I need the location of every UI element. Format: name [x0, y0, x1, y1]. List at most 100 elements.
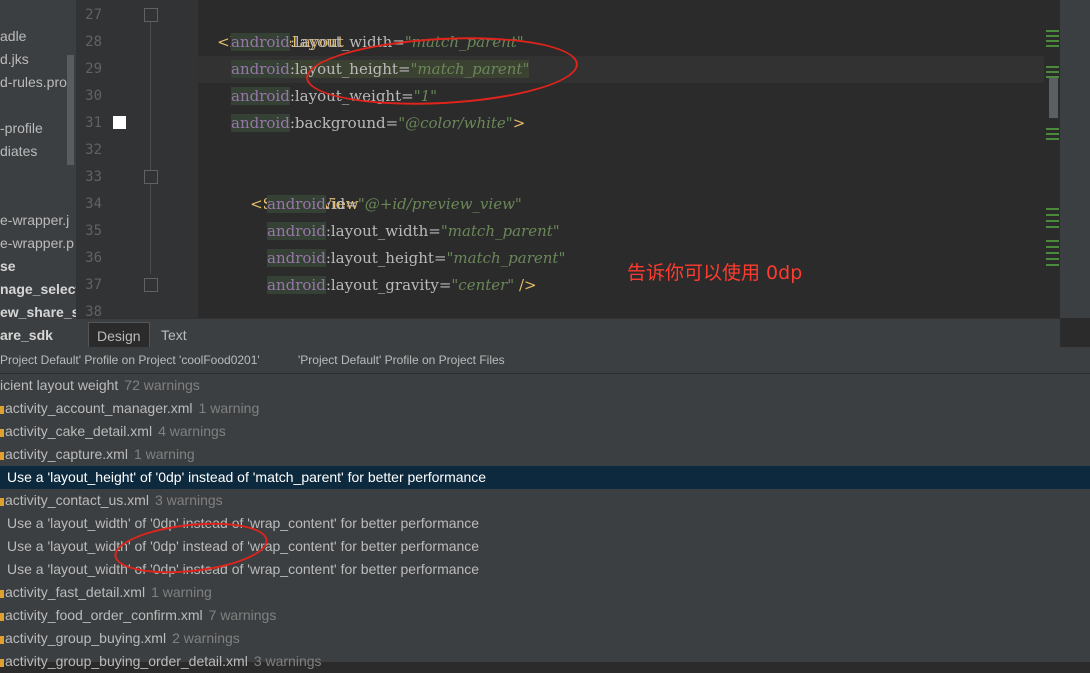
line-number: 34 — [85, 196, 102, 212]
xml-equals: = — [438, 276, 452, 294]
warning-mark[interactable] — [1046, 45, 1059, 47]
warning-mark[interactable] — [1046, 133, 1059, 135]
warning-count: 1 warning — [151, 584, 212, 600]
tab-profile-project[interactable]: Project Default' Profile on Project 'coo… — [0, 353, 260, 367]
tree-item[interactable]: diates — [0, 140, 37, 163]
code-line-33: <SurfaceView — [231, 164, 359, 213]
warning-mark[interactable] — [1046, 258, 1059, 260]
inspection-row-selected[interactable]: Use a 'layout_height' of '0dp' instead o… — [0, 466, 1090, 489]
tab-text[interactable]: Text — [153, 322, 195, 348]
warning-mark[interactable] — [1046, 71, 1059, 73]
tab-design[interactable]: Design — [88, 322, 150, 349]
warning-count: 7 warnings — [208, 607, 277, 623]
xml-value: "center" — [451, 276, 515, 294]
inspection-row[interactable]: activity_fast_detail.xml 1 warning — [0, 581, 1090, 604]
tree-item[interactable]: e-wrapper.j — [0, 209, 69, 232]
row-label: activity_account_manager.xml — [5, 400, 193, 416]
warning-mark[interactable] — [1046, 246, 1059, 248]
xml-namespace: android — [267, 222, 326, 240]
xml-file-icon — [0, 590, 4, 598]
tree-item[interactable]: are_sdk — [0, 324, 53, 347]
row-label: activity_cake_detail.xml — [5, 423, 153, 439]
xml-namespace: android — [231, 114, 290, 132]
warning-mark[interactable] — [1046, 240, 1059, 242]
line-number: 37 — [85, 277, 102, 293]
row-label: activity_capture.xml — [5, 446, 128, 462]
row-label: activity_fast_detail.xml — [5, 584, 146, 600]
tree-item[interactable]: nage_selecto — [0, 278, 76, 301]
warning-mark[interactable] — [1046, 214, 1059, 216]
tab-profile-files[interactable]: 'Project Default' Profile on Project Fil… — [298, 353, 505, 367]
tree-item[interactable]: se — [0, 255, 16, 278]
fold-guide — [150, 20, 151, 170]
xml-equals: = — [345, 195, 358, 213]
row-label: Use a 'layout_width' of '0dp' instead of… — [7, 561, 480, 577]
warning-mark[interactable] — [1046, 264, 1059, 266]
tree-item[interactable]: e-wrapper.p — [0, 232, 74, 255]
warning-mark[interactable] — [1046, 226, 1059, 228]
tree-scrollbar[interactable] — [67, 55, 74, 165]
warning-mark[interactable] — [1046, 35, 1059, 37]
xml-value: "@+id/preview_view" — [357, 195, 522, 213]
tree-item[interactable]: ew_share_sc — [0, 301, 76, 324]
xml-namespace: android — [231, 87, 290, 105]
warning-mark[interactable] — [1046, 220, 1059, 222]
row-label: activity_group_buying_order_detail.xml — [5, 653, 248, 669]
fold-marker-icon[interactable] — [144, 170, 158, 184]
xml-namespace: android — [267, 276, 326, 294]
line-number: 32 — [85, 142, 102, 158]
code-line-34: android:id="@+id/preview_view" — [267, 191, 522, 218]
color-preview-icon[interactable] — [113, 116, 126, 129]
inspection-row[interactable]: activity_capture.xml 1 warning — [0, 443, 1090, 466]
editor-scrollbar-thumb[interactable] — [1049, 78, 1058, 118]
warning-mark[interactable] — [1046, 252, 1059, 254]
row-label: activity_food_order_confirm.xml — [5, 607, 203, 623]
warning-mark[interactable] — [1046, 128, 1059, 130]
warning-mark[interactable] — [1046, 30, 1059, 32]
xml-attribute: layout_gravity — [330, 276, 439, 294]
inspection-row[interactable]: icient layout weight 72 warnings — [0, 374, 1090, 397]
line-number: 29 — [85, 61, 102, 77]
error-stripe[interactable] — [1044, 0, 1060, 318]
tree-item[interactable]: adle — [0, 25, 26, 48]
warning-mark[interactable] — [1046, 40, 1059, 42]
xml-equals: = — [385, 114, 399, 132]
code-line-31: android:background="@color/white"> — [231, 110, 525, 137]
line-number: 33 — [85, 169, 102, 185]
inspection-row[interactable]: activity_cake_detail.xml 4 warnings — [0, 420, 1090, 443]
xml-equals: = — [428, 222, 441, 240]
xml-file-icon — [0, 452, 4, 460]
tree-item[interactable]: d.jks — [0, 48, 29, 71]
warning-count: 3 warnings — [253, 653, 322, 669]
xml-namespace: android — [231, 33, 290, 51]
tree-item[interactable]: d-rules.pro — [0, 71, 67, 94]
inspection-row[interactable]: activity_group_buying.xml 2 warnings — [0, 627, 1090, 650]
xml-attribute: layout_width — [330, 222, 429, 240]
xml-attribute: background — [294, 114, 386, 132]
line-number: 36 — [85, 250, 102, 266]
xml-attribute: layout_height — [330, 249, 434, 267]
warning-count: 72 warnings — [124, 377, 200, 393]
line-number: 31 — [85, 115, 102, 131]
xml-value: "match_parent" — [440, 222, 560, 240]
xml-attribute: id — [330, 195, 346, 213]
xml-namespace: android — [231, 60, 290, 78]
xml-file-icon — [0, 613, 4, 621]
warning-mark[interactable] — [1046, 138, 1059, 140]
warning-mark[interactable] — [1046, 208, 1059, 210]
warning-mark[interactable] — [1046, 66, 1059, 68]
row-label: Use a 'layout_height' of '0dp' instead o… — [7, 469, 487, 485]
inspection-row[interactable]: activity_account_manager.xml 1 warning — [0, 397, 1090, 420]
xml-file-icon — [0, 429, 4, 437]
tree-item[interactable]: -profile — [0, 117, 43, 140]
row-label: activity_group_buying.xml — [5, 630, 167, 646]
fold-marker-icon[interactable] — [144, 8, 158, 22]
xml-tag-close: /> — [514, 276, 537, 294]
line-number: 27 — [85, 7, 102, 23]
editor-scrollbar-track[interactable] — [1060, 0, 1090, 318]
inspection-row[interactable]: activity_food_order_confirm.xml 7 warning… — [0, 604, 1090, 627]
fold-marker-icon[interactable] — [144, 278, 158, 292]
row-label: activity_contact_us.xml — [5, 492, 149, 508]
xml-equals: = — [433, 249, 447, 267]
inspection-row[interactable]: activity_contact_us.xml 3 warnings — [0, 489, 1090, 512]
